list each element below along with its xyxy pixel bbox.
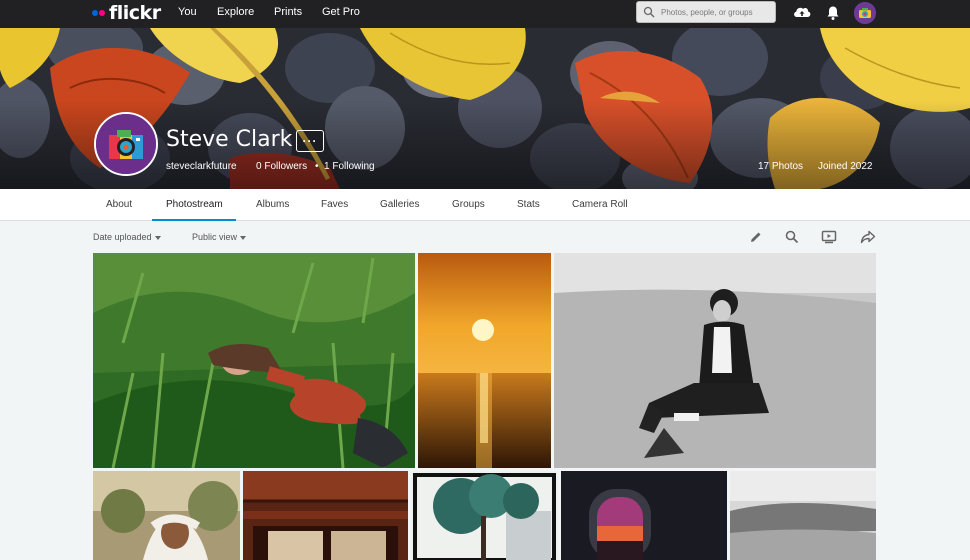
more-options-button[interactable]: ··· xyxy=(296,130,324,152)
profile-name: Steve Clark xyxy=(166,127,293,152)
tab-faves[interactable]: Faves xyxy=(321,199,348,210)
active-tab-indicator xyxy=(152,219,236,221)
profile-username: steveclarkfuture xyxy=(166,161,237,172)
search-icon[interactable] xyxy=(784,229,800,245)
logo-blue-dot xyxy=(92,10,98,16)
photo-count: 17 Photos xyxy=(758,161,804,172)
chevron-down-icon xyxy=(154,235,161,240)
sort-dropdown-label: Date uploaded xyxy=(93,232,152,242)
photo-blurred-landscape xyxy=(730,471,876,560)
photo-tile[interactable] xyxy=(561,471,727,560)
nav-link-you[interactable]: You xyxy=(178,6,197,18)
view-dropdown-label: Public view xyxy=(192,232,238,242)
photo-tile[interactable] xyxy=(411,471,558,560)
tab-photostream[interactable]: Photostream xyxy=(166,199,223,210)
camera-avatar-icon xyxy=(96,114,156,174)
photo-airplane-window xyxy=(561,471,727,560)
top-nav: flickr You Explore Prints Get Pro xyxy=(0,0,970,28)
profile-avatar[interactable] xyxy=(94,112,158,176)
camera-avatar-icon xyxy=(854,2,876,24)
nav-link-prints[interactable]: Prints xyxy=(274,6,302,18)
sort-dropdown[interactable]: Date uploaded xyxy=(93,232,161,242)
nav-link-explore[interactable]: Explore xyxy=(217,6,254,18)
photo-tile[interactable] xyxy=(554,253,876,468)
slideshow-icon[interactable] xyxy=(821,229,837,245)
photo-tile[interactable] xyxy=(93,471,240,560)
profile-tabs: About Photostream Albums Faves Galleries… xyxy=(0,189,970,221)
tab-albums[interactable]: Albums xyxy=(256,199,289,210)
logo-pink-dot xyxy=(99,10,105,16)
logo-text: flickr xyxy=(109,2,161,24)
share-icon[interactable] xyxy=(860,229,876,245)
following-link[interactable]: 1 Following xyxy=(324,161,375,172)
user-avatar[interactable] xyxy=(854,2,876,24)
tab-camera-roll[interactable]: Camera Roll xyxy=(572,199,628,210)
flickr-logo[interactable]: flickr xyxy=(92,2,161,24)
photo-sunset-ocean xyxy=(418,253,551,468)
joined-date: Joined 2022 xyxy=(818,161,873,172)
upload-cloud-icon[interactable] xyxy=(792,4,812,20)
edit-icon[interactable] xyxy=(748,229,764,245)
chevron-down-icon xyxy=(240,235,247,240)
photo-tile[interactable] xyxy=(418,253,551,468)
photo-tile[interactable] xyxy=(93,253,415,468)
tab-galleries[interactable]: Galleries xyxy=(380,199,419,210)
search-input[interactable] xyxy=(661,4,771,20)
search-box[interactable] xyxy=(636,1,776,23)
photo-woman-in-grass xyxy=(93,253,415,468)
photo-tile[interactable] xyxy=(730,471,876,560)
search-icon xyxy=(643,6,655,18)
photo-tile[interactable] xyxy=(243,471,408,560)
bell-icon[interactable] xyxy=(826,5,840,21)
nav-link-get-pro[interactable]: Get Pro xyxy=(322,6,360,18)
photo-woman-portrait xyxy=(93,471,240,560)
photo-tree-building xyxy=(411,471,558,560)
view-dropdown[interactable]: Public view xyxy=(192,232,247,242)
tab-about[interactable]: About xyxy=(106,199,132,210)
followers-link[interactable]: 0 Followers xyxy=(256,161,307,172)
photo-woman-on-beach xyxy=(554,253,876,468)
tab-groups[interactable]: Groups xyxy=(452,199,485,210)
tab-stats[interactable]: Stats xyxy=(517,199,540,210)
photo-train-window xyxy=(243,471,408,560)
meta-separator: • xyxy=(315,161,319,172)
